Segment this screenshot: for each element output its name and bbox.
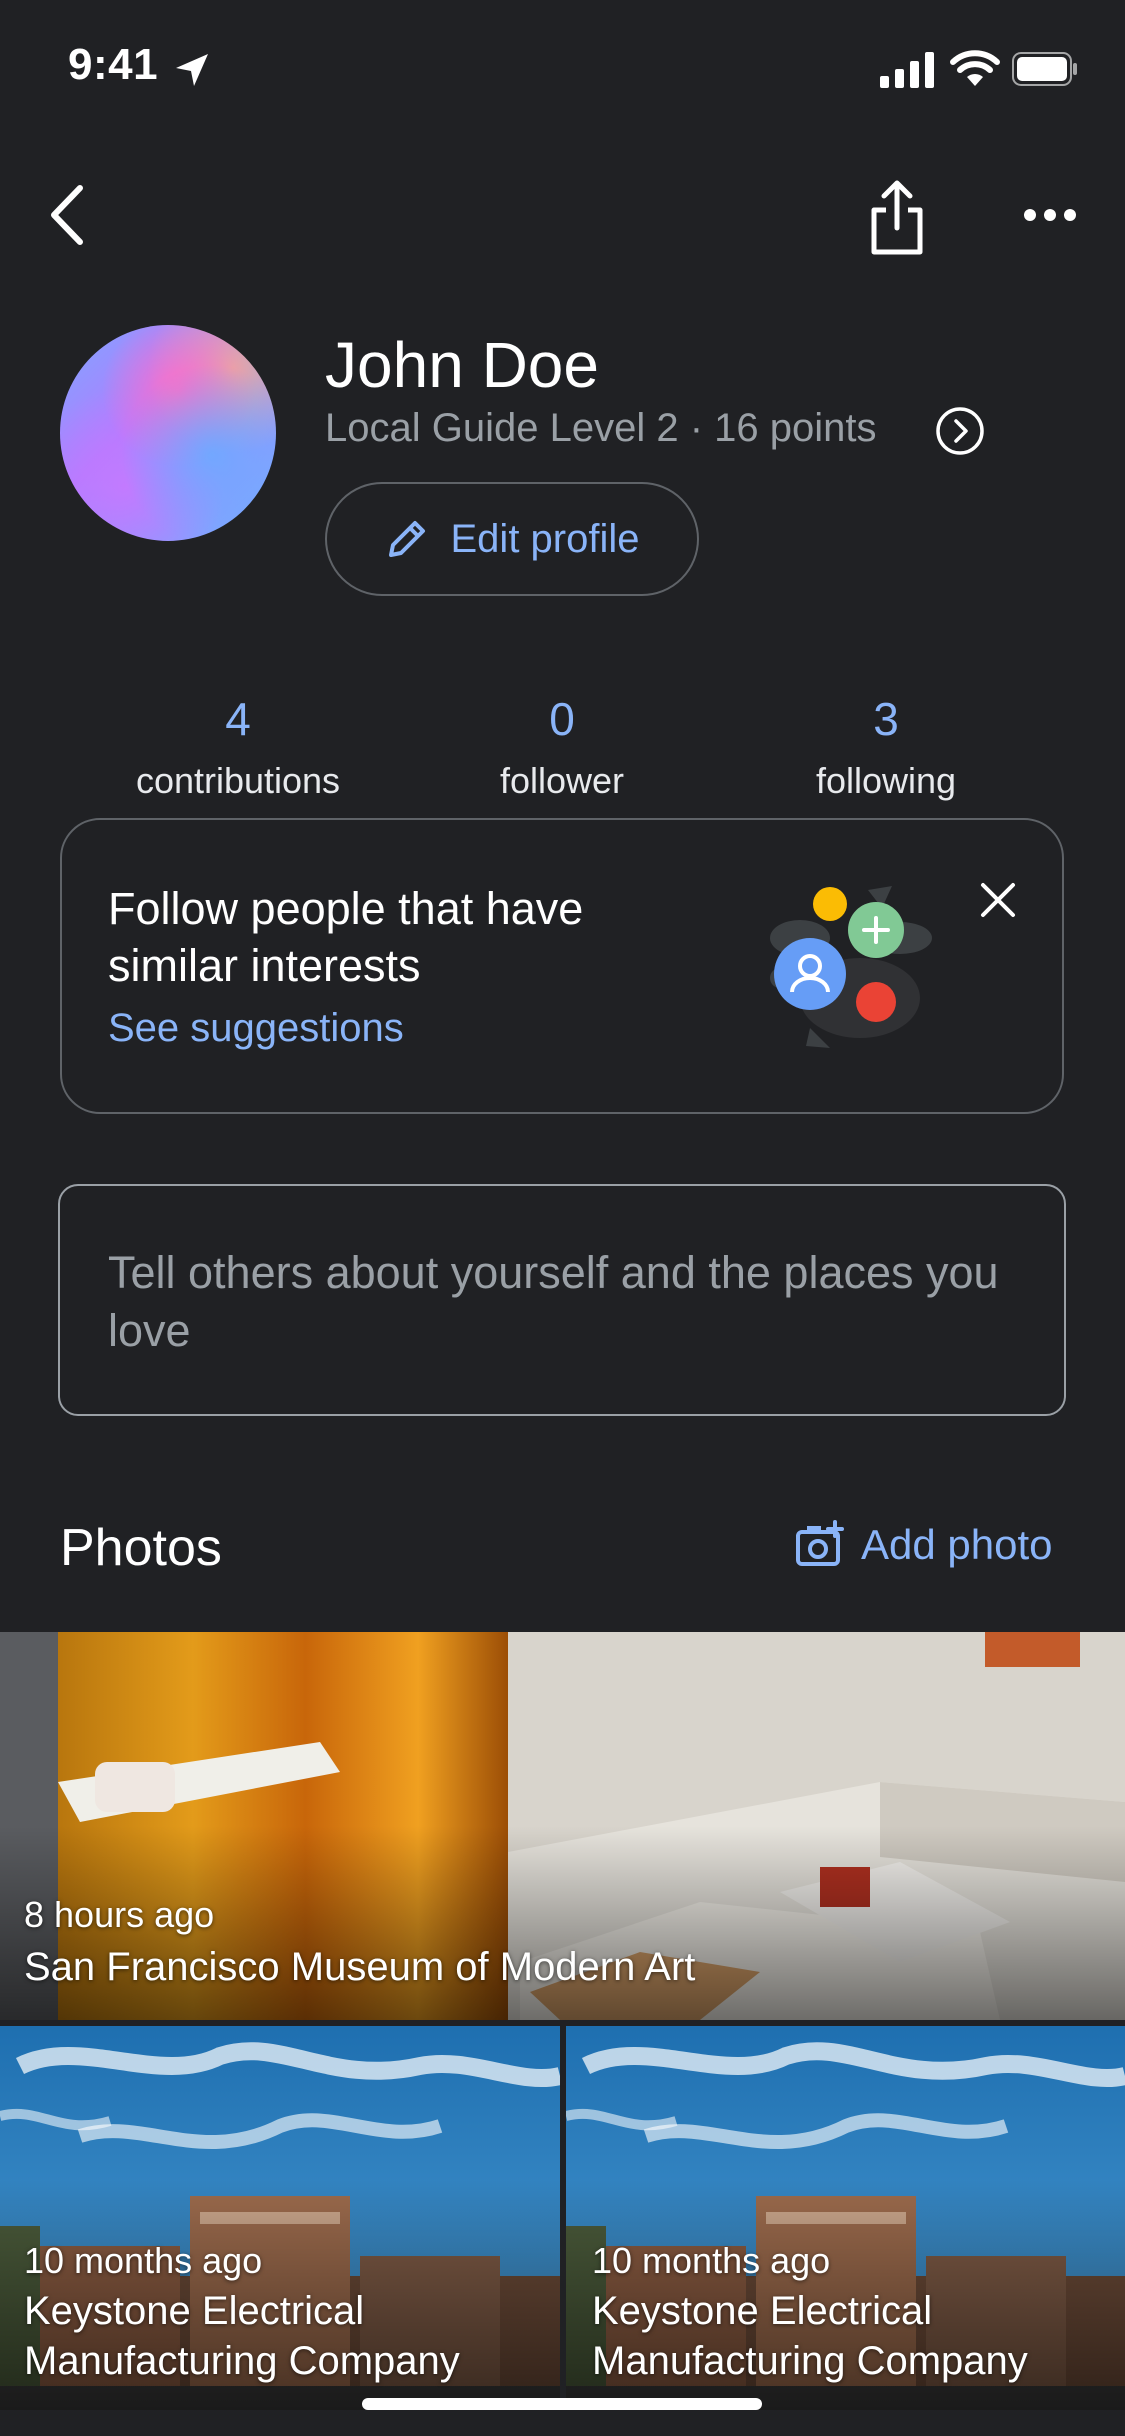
stat-label: contributions — [135, 760, 341, 801]
back-icon[interactable] — [40, 180, 100, 250]
see-suggestions-link[interactable]: See suggestions — [108, 1006, 404, 1051]
photo-place: San Francisco Museum of Modern Art — [24, 1945, 696, 1989]
add-photo-button[interactable]: Add photo — [795, 1520, 1053, 1570]
photo-tile[interactable]: 10 months ago Keystone Electrical Manufa… — [566, 2026, 1125, 2410]
stat-followers[interactable]: 0 follower — [382, 696, 742, 802]
close-icon[interactable] — [978, 880, 1018, 920]
status-time: 9:41 — [68, 40, 159, 89]
home-indicator[interactable] — [362, 2398, 762, 2410]
stat-value: 3 — [873, 693, 899, 745]
stat-value: 4 — [225, 693, 251, 745]
photo-place: Keystone Electrical Manufacturing Compan… — [592, 2289, 1028, 2383]
location-arrow-icon — [176, 54, 208, 86]
chevron-right-circle-icon[interactable] — [935, 406, 985, 456]
photo-time: 10 months ago — [592, 2240, 831, 2281]
edit-profile-button[interactable]: Edit profile — [325, 482, 699, 596]
add-photo-camera-icon — [796, 1520, 844, 1566]
stat-value: 0 — [549, 693, 575, 745]
about-placeholder: Tell others about yourself and the place… — [108, 1247, 999, 1356]
follow-card-title: Follow people that have similar interest… — [108, 883, 584, 991]
photo-tile[interactable]: 8 hours ago San Francisco Museum of Mode… — [0, 1632, 1125, 2020]
pencil-icon — [388, 521, 425, 557]
photo-time: 10 months ago — [24, 2240, 263, 2281]
battery-icon — [1012, 52, 1077, 86]
more-icon[interactable] — [1022, 200, 1078, 230]
share-icon[interactable] — [864, 178, 930, 258]
add-photo-label: Add photo — [861, 1521, 1053, 1568]
stat-label: following — [815, 760, 957, 801]
photo-place: Keystone Electrical Manufacturing Compan… — [24, 2289, 460, 2383]
stat-label: follower — [499, 760, 625, 801]
stat-following[interactable]: 3 following — [706, 696, 1066, 802]
stat-contributions[interactable]: 4 contributions — [58, 696, 418, 802]
local-guide-level[interactable]: Local Guide Level 2 · 16 points — [325, 406, 876, 451]
wifi-icon — [950, 50, 1000, 86]
photo-tile[interactable]: 10 months ago Keystone Electrical Manufa… — [0, 2026, 560, 2410]
edit-profile-label: Edit profile — [450, 516, 640, 561]
photos-heading: Photos — [60, 1519, 222, 1577]
people-illustration-icon — [770, 886, 932, 1048]
signal-icon — [880, 52, 934, 88]
avatar[interactable] — [60, 325, 276, 541]
photo-time: 8 hours ago — [24, 1894, 215, 1935]
profile-name: John Doe — [325, 329, 599, 401]
